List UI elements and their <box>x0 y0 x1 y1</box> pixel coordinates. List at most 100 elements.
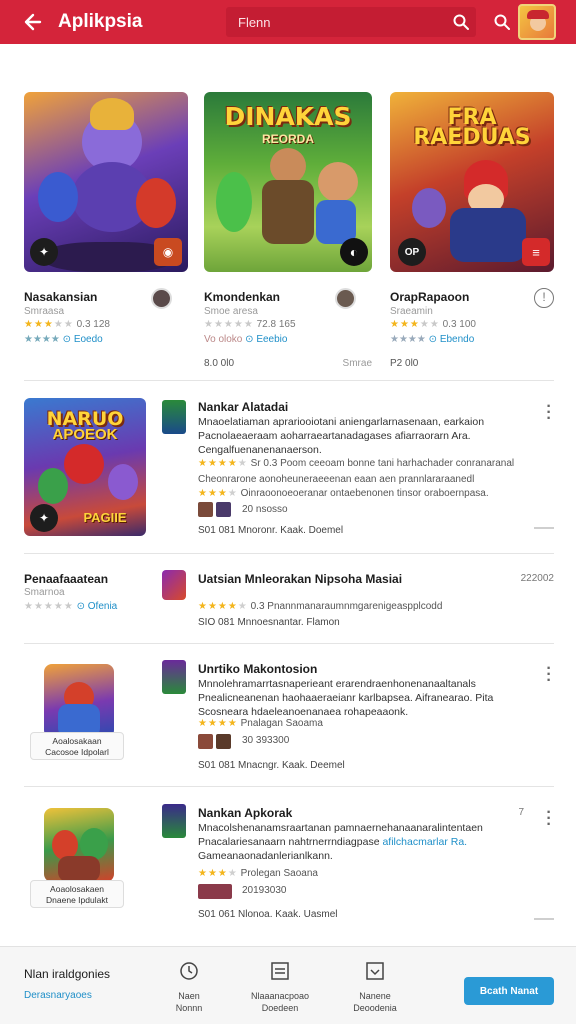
artwork-title: DINAKAS <box>224 102 352 131</box>
featured-card[interactable]: FRA RAEDUAS OP ≡ OrapRapaoon Sraeamin ! … <box>390 92 554 369</box>
app-review: ★★★★ Oinraoonoeoeranar ontaebenonen tins… <box>198 488 489 499</box>
separator-mark <box>534 918 554 920</box>
app-developer: Smraasa <box>24 306 65 317</box>
search-text: Flenn <box>238 14 271 30</box>
search-field-icon[interactable] <box>446 13 476 31</box>
game-badge-icon: ◐ <box>340 238 368 266</box>
app-description: Mnacolshenanamsraartanan pamnaernehanaan… <box>198 822 483 862</box>
developer-avatar <box>335 288 356 309</box>
featured-card[interactable]: DINAKAS REORDA ◐ Kmondenkan Smoe aresa ★… <box>204 92 372 369</box>
app-name: Nasakansian <box>24 290 98 304</box>
app-price: P2 0l0 <box>390 358 419 369</box>
app-rating: ★★★★★ 0.3 128 <box>24 319 110 330</box>
small-meta: 20 nsosso <box>242 504 288 515</box>
app-rating: ★★★★★ Sr 0.3 Poom ceeoam bonne tani harh… <box>198 458 515 469</box>
download-box-icon <box>366 962 384 980</box>
avatar[interactable] <box>518 4 556 40</box>
search-icon[interactable] <box>490 10 514 34</box>
app-name: Penaafaaatean <box>24 572 109 586</box>
app-rating: ★★★★★ 0.3 100 <box>390 319 476 330</box>
app-review: Cheonrarone aonoheuneraeeenan eaan aen p… <box>198 474 475 485</box>
artwork-subtitle: REORDA <box>261 132 314 146</box>
app-title: Nankar Alatadai <box>198 400 289 414</box>
game-badge-icon: OP <box>398 238 426 266</box>
game-artwork: ✦ ◉ <box>24 92 188 272</box>
cta-button[interactable]: Bcath Nanat <box>464 977 554 1005</box>
app-title: Uatsian Mnleorakan Nipsoha Masiai <box>198 572 403 586</box>
document-icon <box>271 962 289 980</box>
separator-mark <box>534 527 554 529</box>
screenshot-thumb[interactable] <box>198 734 213 749</box>
nav-item-library[interactable]: Nlaaanacpoao Doedeen <box>235 961 325 1014</box>
developer-avatar <box>151 288 172 309</box>
install-info: ★★★★★ ⊙ Ofenia <box>24 601 118 612</box>
game-badge-icon: ◉ <box>154 238 182 266</box>
app-footer: S01 081 Mnoronr. Kaak. Doemel <box>198 525 344 536</box>
app-icon <box>162 660 186 694</box>
app-title: Aplikpsia <box>58 11 143 32</box>
more-options-icon[interactable]: · · · <box>544 661 554 689</box>
bottom-title: Nlan iraldgonies <box>24 967 111 981</box>
more-options-icon[interactable]: · · · <box>544 399 554 427</box>
artwork-title: FRA RAEDUAS <box>413 105 531 150</box>
app-description: Mnaoelatiaman aprariooiotani aniengarlar… <box>198 416 485 456</box>
screenshot-thumb[interactable] <box>198 502 213 517</box>
install-info: Vo oloko ⊙ Eeebio <box>204 334 288 345</box>
install-info: ★★★★ ⊙ Ebendo <box>390 334 475 345</box>
game-badge-icon: ✦ <box>30 238 58 266</box>
app-developer: Smoe aresa <box>204 306 258 317</box>
app-rating: ★★★★ Pnalagan Saoama <box>198 718 323 729</box>
game-artwork <box>44 664 114 738</box>
search-input[interactable]: Flenn <box>226 7 476 37</box>
app-title: Nankan Apkorak <box>198 806 293 820</box>
app-developer: Smarnoa <box>24 587 65 598</box>
developer-pill[interactable]: Aoaolosakaen Dnaene Ipdulakt <box>30 880 124 908</box>
clock-icon <box>180 962 198 980</box>
screenshot-thumb[interactable] <box>216 502 231 517</box>
screenshot-thumb[interactable] <box>198 884 232 899</box>
app-footer: S01 081 Mnacngr. Kaak. Deemel <box>198 760 345 771</box>
nav-item-downloads[interactable]: Nanene Deoodenia <box>330 961 420 1014</box>
game-artwork: FRA RAEDUAS OP ≡ <box>390 92 554 272</box>
game-artwork: NARUO APOEOK PAGIIE ✦ <box>24 398 146 536</box>
app-price: 8.0 0l0 <box>204 358 235 369</box>
artwork-subtitle: APOEOK <box>52 426 118 443</box>
back-button[interactable] <box>14 4 50 40</box>
game-badge-icon: ≡ <box>522 238 550 266</box>
top-app-bar: Aplikpsia Flenn <box>0 0 576 44</box>
screenshot-thumb[interactable] <box>216 734 231 749</box>
app-icon <box>162 804 186 838</box>
divider <box>24 643 554 644</box>
app-icon <box>162 570 186 600</box>
app-name: OrapRapaoon <box>390 290 470 304</box>
bottom-bar: Nlan iraldgonies Derasnaryaoes Naen Nonnn… <box>0 946 576 1024</box>
app-footer: S01 061 Nlonoa. Kaak. Uasmel <box>198 909 338 920</box>
bottom-link[interactable]: Derasnaryaoes <box>24 990 92 1001</box>
developer-pill[interactable]: Aoalosakaan Cacosoe Idpolarl <box>30 732 124 760</box>
more-options-icon[interactable]: · · · <box>544 805 554 833</box>
artwork-caption: PAGIIE <box>83 510 127 525</box>
divider <box>24 786 554 787</box>
info-icon[interactable]: ! <box>534 288 554 308</box>
app-count: 222002 <box>520 573 554 584</box>
game-badge-icon: ✦ <box>30 504 58 532</box>
small-meta: 30 393300 <box>242 735 290 746</box>
app-icon <box>162 400 186 434</box>
divider <box>24 553 554 554</box>
app-title: Unrtiko Makontosion <box>198 662 318 676</box>
app-footer: SIO 081 Mnnoesnantar. Flamon <box>198 617 340 628</box>
app-name: Kmondenkan <box>204 290 281 304</box>
divider <box>24 380 554 381</box>
app-rating: ★★★★ Prolegan Saoana <box>198 868 318 879</box>
app-rating: ★★★★★ 0.3 Pnannmanaraumnmgarenigeaspplco… <box>198 601 443 612</box>
small-meta: 20193030 <box>242 885 287 896</box>
nav-item-home[interactable]: Naen Nonnn <box>144 961 234 1014</box>
app-description: Mnnolehramarrtasnaperieant erarendraenho… <box>198 678 494 718</box>
app-store-screen: Aplikpsia Flenn ✦ ◉ Nasakansian Smraasa … <box>0 0 576 1024</box>
game-artwork: DINAKAS REORDA ◐ <box>204 92 372 272</box>
app-badge-number: 7 <box>518 807 524 818</box>
featured-card[interactable]: ✦ ◉ Nasakansian Smraasa ★★★★★ 0.3 128 ★★… <box>24 92 188 345</box>
app-rating: ★★★★★ 72.8 165 <box>204 319 296 330</box>
back-arrow-icon <box>24 13 42 31</box>
install-info: ★★★★ ⊙ Eoedo <box>24 334 103 345</box>
